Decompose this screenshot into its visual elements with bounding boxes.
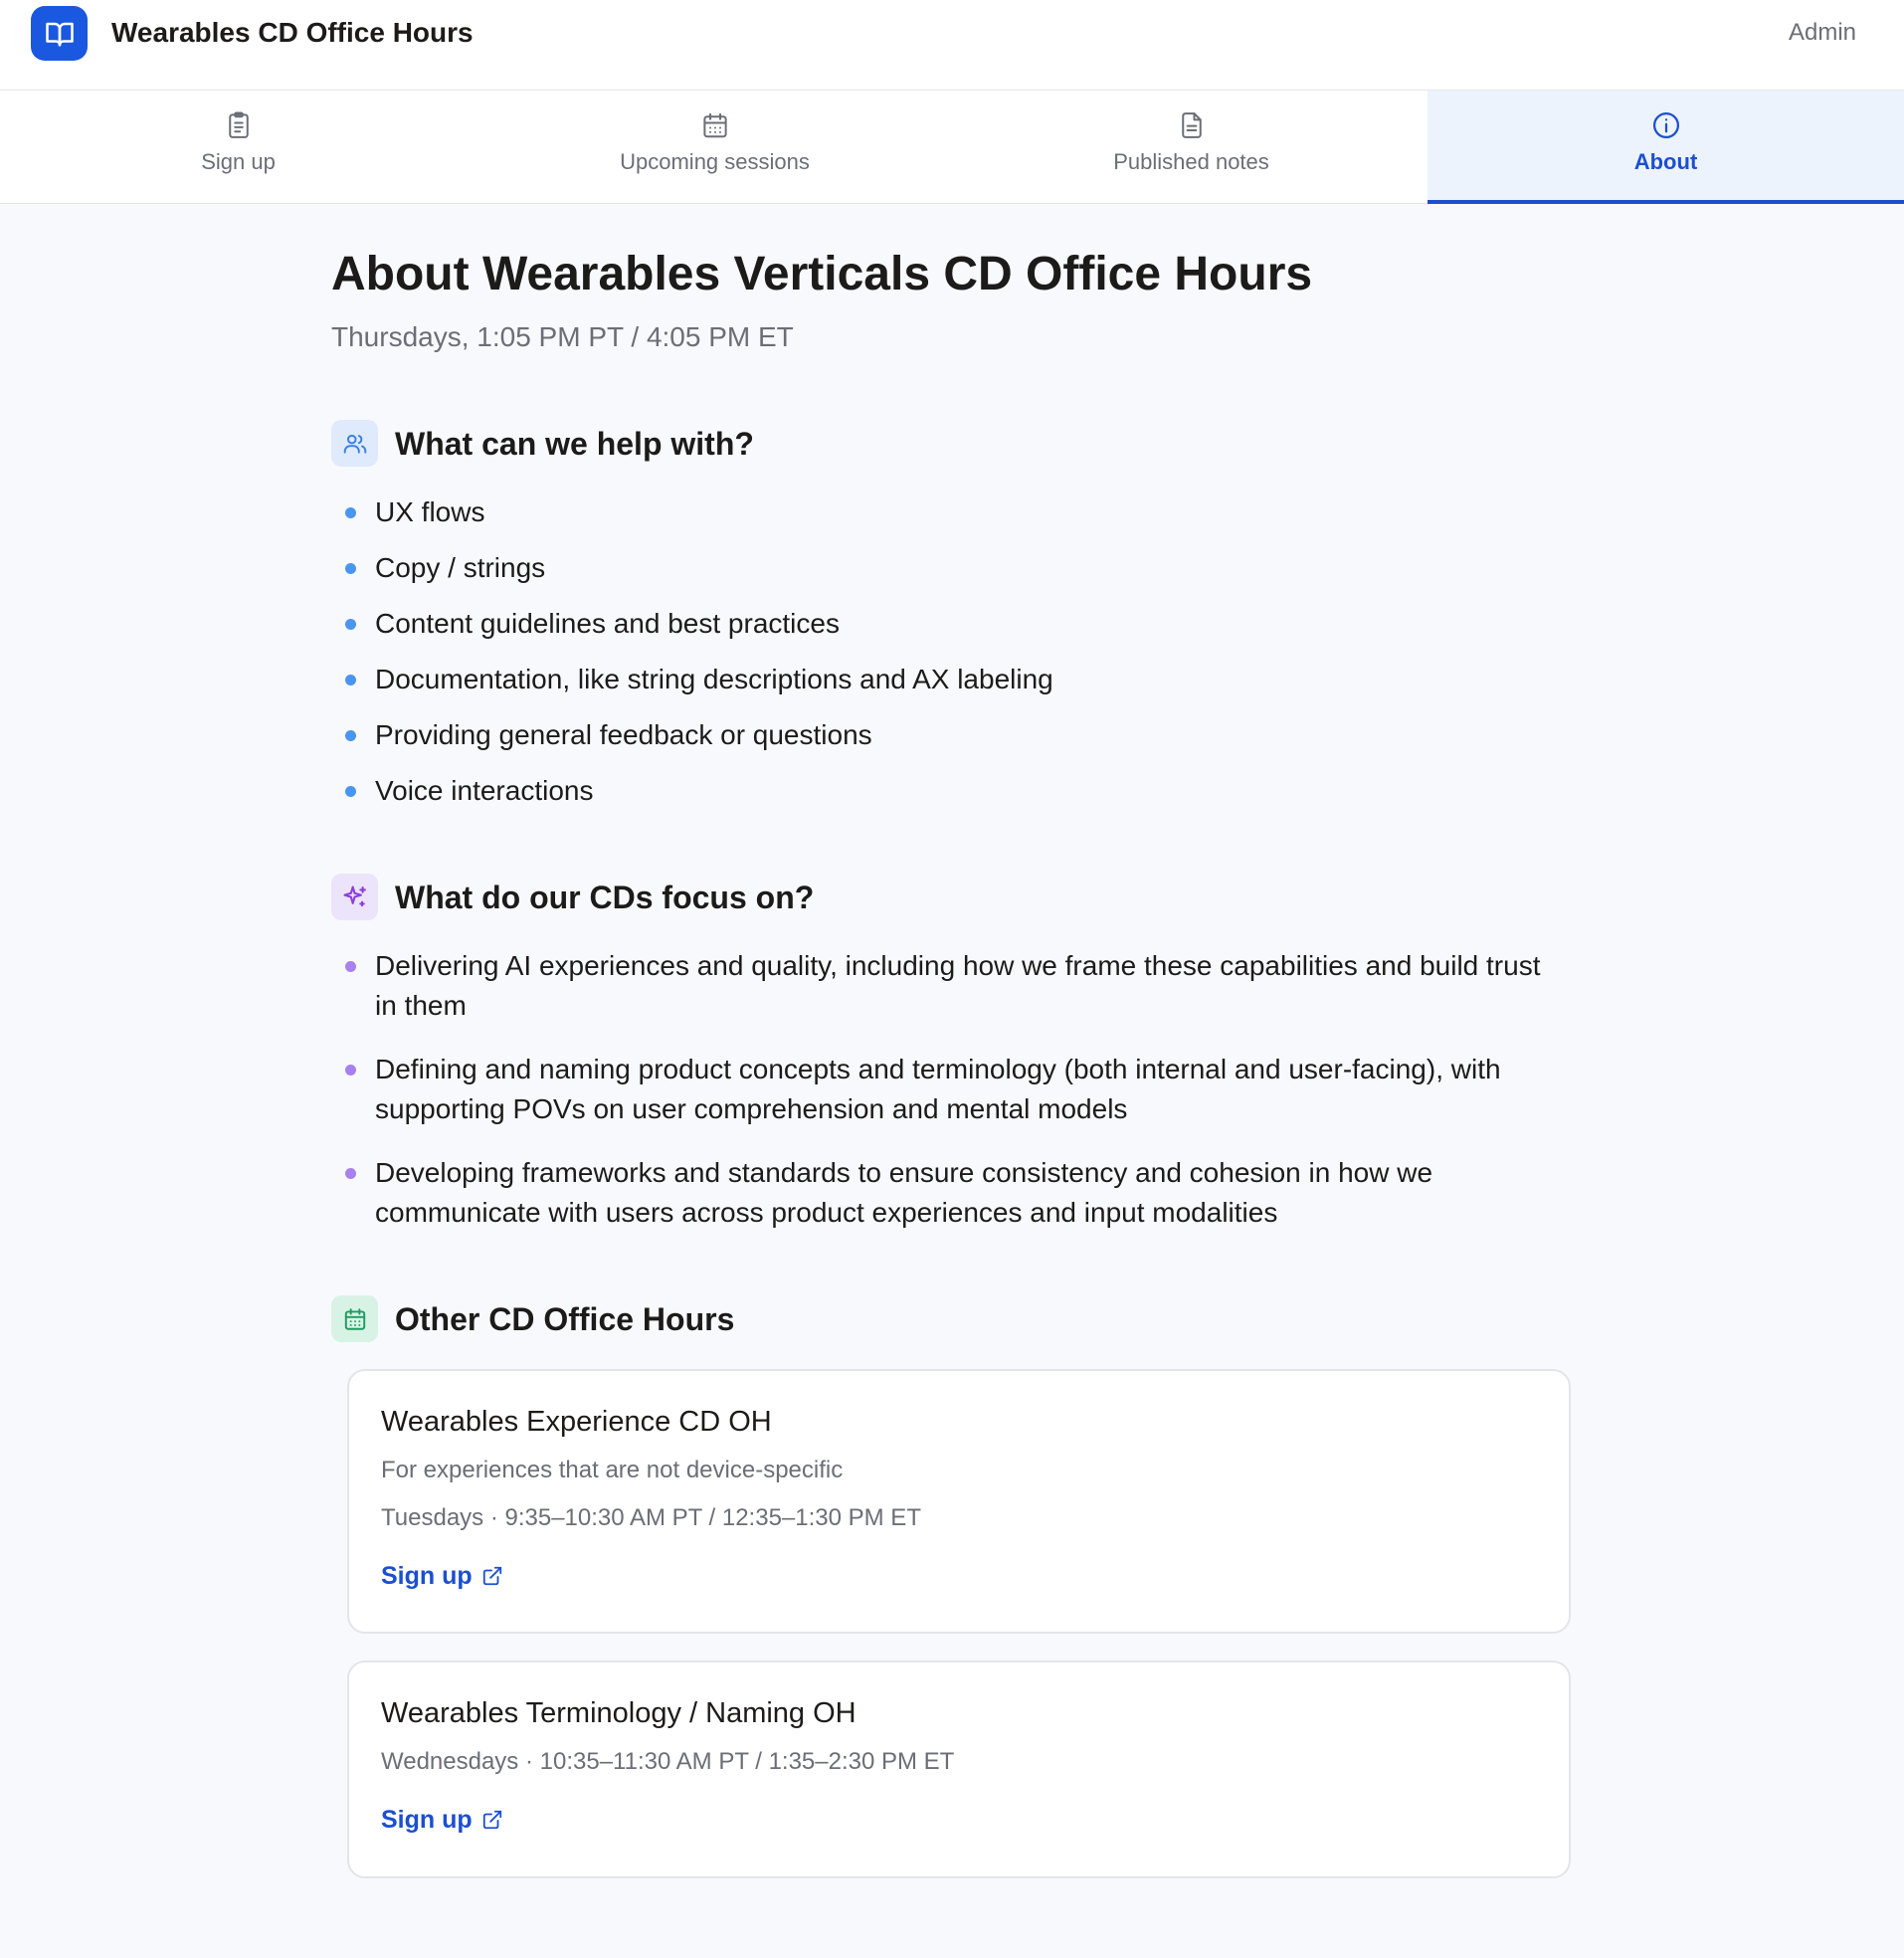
tab-bar: Sign up Upcoming sessions Published note…	[0, 91, 1904, 204]
users-icon	[331, 420, 378, 467]
list-item-text: Voice interactions	[375, 775, 594, 806]
document-icon	[1181, 112, 1202, 138]
help-list: UX flows Copy / strings Content guidelin…	[345, 492, 1053, 827]
list-item: Documentation, like string descriptions …	[345, 660, 1053, 699]
card-schedule: Wednesdays · 10:35–11:30 AM PT / 1:35–2:…	[381, 1748, 955, 1775]
card-title: Wearables Experience CD OH	[381, 1406, 772, 1438]
list-item: Copy / strings	[345, 548, 1053, 588]
bullet-dot	[345, 619, 356, 630]
sign-up-label: Sign up	[381, 1562, 473, 1590]
bullet-dot	[345, 563, 356, 574]
calendar-icon	[702, 112, 727, 138]
focus-section-header: What do our CDs focus on?	[331, 874, 814, 920]
calendar-icon	[331, 1295, 378, 1342]
schedule-subtitle: Thursdays, 1:05 PM PT / 4:05 PM ET	[331, 321, 794, 352]
page: Wearables CD Office Hours Admin Sign up …	[0, 0, 1904, 1958]
section-title: Other CD Office Hours	[395, 1300, 735, 1337]
list-item: Developing frameworks and standards to e…	[345, 1153, 1569, 1233]
sign-up-link[interactable]: Sign up	[381, 1804, 503, 1836]
list-item-text: Developing frameworks and standards to e…	[375, 1157, 1433, 1228]
list-item-text: Documentation, like string descriptions …	[375, 664, 1053, 694]
card-schedule: Tuesdays · 9:35–10:30 AM PT / 12:35–1:30…	[381, 1504, 921, 1531]
list-item-text: Copy / strings	[375, 552, 546, 583]
bullet-dot	[345, 675, 356, 685]
list-item: UX flows	[345, 492, 1053, 532]
office-hours-card: Wearables Experience CD OH For experienc…	[347, 1369, 1571, 1634]
tab-published-notes[interactable]: Published notes	[953, 91, 1429, 204]
section-title: What can we help with?	[395, 425, 754, 462]
list-item-text: Delivering AI experiences and quality, i…	[375, 950, 1541, 1021]
admin-link[interactable]: Admin	[1789, 17, 1856, 49]
tab-label: Published notes	[1113, 149, 1269, 174]
app-title: Wearables CD Office Hours	[111, 17, 474, 48]
sign-up-link[interactable]: Sign up	[381, 1560, 503, 1592]
bullet-dot	[345, 1168, 356, 1179]
list-item: Content guidelines and best practices	[345, 604, 1053, 644]
tab-upcoming-sessions[interactable]: Upcoming sessions	[476, 91, 953, 204]
top-bar: Wearables CD Office Hours Admin	[0, 0, 1904, 91]
bullet-dot	[345, 507, 356, 518]
focus-list: Delivering AI experiences and quality, i…	[345, 946, 1569, 1257]
tab-sign-up[interactable]: Sign up	[0, 91, 476, 204]
list-item-text: UX flows	[375, 496, 485, 527]
tab-label: Upcoming sessions	[620, 149, 810, 174]
clipboard-list-icon	[228, 111, 249, 138]
bullet-dot	[345, 1065, 356, 1076]
card-title: Wearables Terminology / Naming OH	[381, 1697, 857, 1729]
help-section-header: What can we help with?	[331, 420, 754, 467]
info-icon	[1652, 112, 1679, 138]
sparkles-icon	[331, 874, 378, 920]
sign-up-label: Sign up	[381, 1806, 473, 1834]
list-item: Voice interactions	[345, 771, 1053, 811]
other-section-header: Other CD Office Hours	[331, 1295, 734, 1342]
tab-label: About	[1633, 149, 1698, 174]
bullet-dot	[345, 961, 356, 972]
list-item: Defining and naming product concepts and…	[345, 1050, 1569, 1129]
external-link-icon	[482, 1566, 501, 1586]
list-item: Providing general feedback or questions	[345, 715, 1053, 755]
list-item-text: Defining and naming product concepts and…	[375, 1054, 1501, 1124]
card-description: For experiences that are not device-spec…	[381, 1457, 844, 1483]
list-item-text: Content guidelines and best practices	[375, 608, 840, 639]
page-title: About Wearables Verticals CD Office Hour…	[331, 248, 1313, 300]
bullet-dot	[345, 786, 356, 797]
book-open-icon[interactable]	[31, 6, 88, 61]
section-title: What do our CDs focus on?	[395, 879, 815, 915]
bullet-dot	[345, 730, 356, 741]
external-link-icon	[482, 1810, 501, 1830]
list-item-text: Providing general feedback or questions	[375, 719, 872, 750]
tab-about[interactable]: About	[1428, 91, 1904, 204]
office-hours-card: Wearables Terminology / Naming OH Wednes…	[347, 1661, 1571, 1878]
list-item: Delivering AI experiences and quality, i…	[345, 946, 1569, 1026]
tab-label: Sign up	[201, 149, 276, 174]
